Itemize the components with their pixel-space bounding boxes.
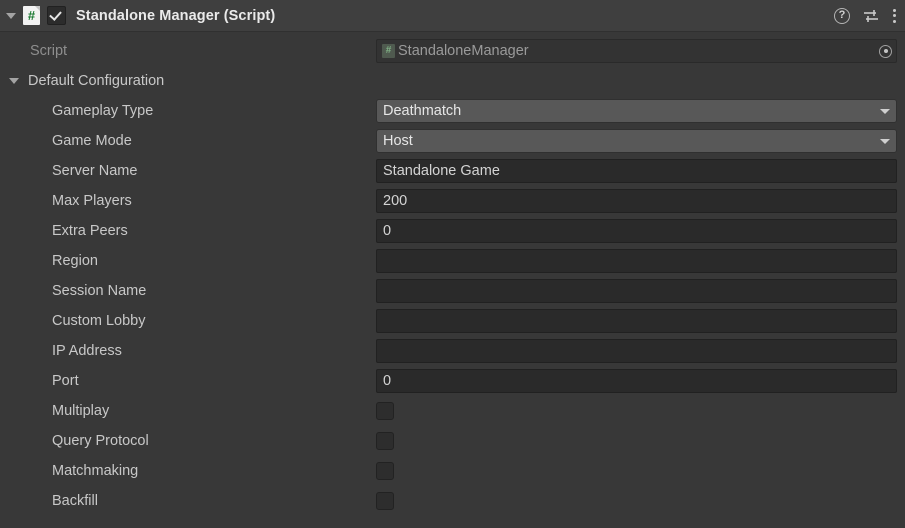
checkmark-icon [49, 8, 62, 21]
text-input-server-name[interactable]: Standalone Game [376, 159, 897, 183]
text-input-session-name[interactable] [376, 279, 897, 303]
field-wrap-extra-peers: 0 [376, 219, 897, 243]
field-wrap-gameplay-type: Deathmatch [376, 99, 897, 123]
row-matchmaking: Matchmaking [0, 456, 905, 486]
dropdown-value-game-mode: Host [383, 133, 413, 149]
component-enabled-checkbox[interactable] [47, 6, 66, 25]
object-picker-icon[interactable] [879, 44, 892, 58]
row-label-custom-lobby: Custom Lobby [52, 313, 146, 329]
row-label-multiplay: Multiplay [52, 403, 110, 419]
property-rows: Script # StandaloneManager Default Confi… [0, 32, 905, 516]
row-label-server-name: Server Name [52, 163, 138, 179]
header-icon-group: ? [834, 7, 896, 24]
row-label-ip-address: IP Address [52, 343, 122, 359]
row-label-session-name: Session Name [52, 283, 147, 299]
row-gameplay-type: Gameplay Type Deathmatch [0, 96, 905, 126]
field-wrap-matchmaking [376, 462, 897, 480]
row-label-max-players: Max Players [52, 193, 132, 209]
kebab-menu-icon[interactable] [892, 8, 896, 23]
dropdown-game-mode[interactable]: Host [376, 129, 897, 153]
row-region: Region [0, 246, 905, 276]
field-wrap-max-players: 200 [376, 189, 897, 213]
group-label-default-configuration: Default Configuration [28, 73, 165, 89]
row-default-configuration[interactable]: Default Configuration [0, 66, 905, 96]
checkbox-matchmaking[interactable] [376, 462, 394, 480]
csharp-script-icon: # [23, 6, 40, 25]
field-wrap-region [376, 249, 897, 273]
component-header[interactable]: # Standalone Manager (Script) ? [0, 0, 905, 32]
field-wrap-game-mode: Host [376, 129, 897, 153]
row-backfill: Backfill [0, 486, 905, 516]
row-label-gameplay-type: Gameplay Type [52, 103, 154, 119]
checkbox-multiplay[interactable] [376, 402, 394, 420]
text-input-ip-address[interactable] [376, 339, 897, 363]
field-wrap-ip-address [376, 339, 897, 363]
row-label-backfill: Backfill [52, 493, 98, 509]
row-multiplay: Multiplay [0, 396, 905, 426]
field-wrap-port: 0 [376, 369, 897, 393]
script-object-value: StandaloneManager [398, 43, 529, 59]
row-label-port: Port [52, 373, 79, 389]
field-wrap-backfill [376, 492, 897, 510]
inspector-panel: # Standalone Manager (Script) ? Script #… [0, 0, 905, 528]
kebab-dot [892, 8, 896, 12]
checkbox-backfill[interactable] [376, 492, 394, 510]
row-game-mode: Game Mode Host [0, 126, 905, 156]
script-object-field[interactable]: # StandaloneManager [376, 39, 897, 63]
component-foldout-triangle-icon[interactable] [6, 12, 16, 19]
row-custom-lobby: Custom Lobby [0, 306, 905, 336]
row-max-players: Max Players 200 [0, 186, 905, 216]
row-session-name: Session Name [0, 276, 905, 306]
text-input-port[interactable]: 0 [376, 369, 897, 393]
group-foldout-triangle-icon[interactable] [9, 78, 19, 84]
script-field-wrap: # StandaloneManager [376, 39, 897, 63]
chevron-down-icon [880, 108, 890, 114]
kebab-dot [892, 14, 896, 17]
text-input-custom-lobby[interactable] [376, 309, 897, 333]
row-extra-peers: Extra Peers 0 [0, 216, 905, 246]
help-icon[interactable]: ? [834, 7, 850, 24]
dropdown-gameplay-type[interactable]: Deathmatch [376, 99, 897, 123]
row-label-game-mode: Game Mode [52, 133, 132, 149]
row-script: Script # StandaloneManager [0, 36, 905, 66]
dropdown-value-gameplay-type: Deathmatch [383, 103, 462, 119]
row-label-region: Region [52, 253, 98, 269]
row-label-query-protocol: Query Protocol [52, 433, 149, 449]
row-label-matchmaking: Matchmaking [52, 463, 139, 479]
text-input-region[interactable] [376, 249, 897, 273]
row-ip-address: IP Address [0, 336, 905, 366]
row-server-name: Server Name Standalone Game [0, 156, 905, 186]
row-label-extra-peers: Extra Peers [52, 223, 128, 239]
field-wrap-query-protocol [376, 432, 897, 450]
row-label-script: Script [30, 43, 68, 59]
chevron-down-icon [880, 138, 890, 144]
field-wrap-server-name: Standalone Game [376, 159, 897, 183]
checkbox-query-protocol[interactable] [376, 432, 394, 450]
kebab-dot [892, 19, 896, 23]
row-query-protocol: Query Protocol [0, 426, 905, 456]
field-wrap-custom-lobby [376, 309, 897, 333]
csharp-script-icon: # [382, 44, 395, 58]
field-wrap-session-name [376, 279, 897, 303]
component-title: Standalone Manager (Script) [76, 7, 276, 24]
text-input-extra-peers[interactable]: 0 [376, 219, 897, 243]
row-port: Port 0 [0, 366, 905, 396]
text-input-max-players[interactable]: 200 [376, 189, 897, 213]
field-wrap-multiplay [376, 402, 897, 420]
preset-sliders-icon[interactable] [863, 8, 879, 24]
